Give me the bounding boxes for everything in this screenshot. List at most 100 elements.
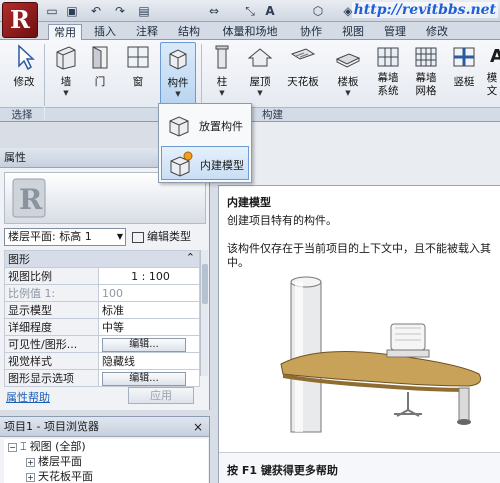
model-text-icon: A xyxy=(490,46,500,67)
drawing-area[interactable] xyxy=(210,122,500,185)
curtain-grid-icon xyxy=(415,47,437,67)
tab-modify[interactable]: 修改 xyxy=(420,24,454,40)
ceiling-button[interactable]: 天花板 xyxy=(282,42,324,108)
edit-type-icon xyxy=(132,231,144,243)
quick-access-toolbar: ▭ ▣ ↶ ↷ ▤ ⇔ ⤡ A ⬡ ◈ http://revitbbs.net xyxy=(0,0,500,22)
window-label: 窗 xyxy=(132,76,144,88)
floor-icon xyxy=(335,53,361,68)
dropdown-arrow-icon: ▼ xyxy=(257,89,263,97)
tab-collaborate[interactable]: 协作 xyxy=(294,24,328,40)
wall-icon xyxy=(56,46,76,70)
project-browser-title: 项目1 - 项目浏览器 × xyxy=(0,417,209,437)
type-selector[interactable]: 楼层平面: 标高 1 ▼ xyxy=(4,228,126,246)
roof-button[interactable]: 屋顶 ▼ xyxy=(242,42,278,108)
roof-icon xyxy=(247,48,273,67)
views-icon: ⌶ xyxy=(20,440,27,453)
floor-button[interactable]: 楼板 ▼ xyxy=(330,42,366,108)
window-button[interactable]: 窗 xyxy=(120,42,156,108)
property-name: 可见性/图形... xyxy=(4,335,99,353)
separator xyxy=(44,44,45,106)
model-text-button[interactable]: A 模文 xyxy=(484,42,500,108)
collapse-icon[interactable]: − xyxy=(8,442,17,452)
undo-icon[interactable]: ↶ xyxy=(88,3,104,19)
text-icon[interactable]: A xyxy=(262,3,278,19)
expand-icon[interactable]: + xyxy=(26,472,35,482)
tab-insert[interactable]: 插入 xyxy=(88,24,122,40)
properties-help-link[interactable]: 属性帮助 xyxy=(6,389,50,405)
floor-label: 楼板 xyxy=(337,76,359,88)
tab-view[interactable]: 视图 xyxy=(336,24,370,40)
curtain-grid-button[interactable]: 幕墙 网格 xyxy=(408,42,444,108)
property-value[interactable]: 1 : 100 xyxy=(98,267,200,285)
property-name: 视图比例 xyxy=(4,267,99,285)
dimension-icon[interactable]: ⤡ xyxy=(242,3,258,19)
tab-structure[interactable]: 结构 xyxy=(172,24,206,40)
edit-type-button[interactable]: 编辑类型 xyxy=(132,228,191,246)
group-label-select: 选择 xyxy=(0,107,44,121)
property-name: 显示模型 xyxy=(4,301,99,319)
tree-node-views[interactable]: − ⌶ 视图 (全部) xyxy=(8,439,86,454)
type-selector-value: 楼层平面: 标高 1 xyxy=(8,230,92,243)
curtain-system-button[interactable]: 幕墙 系统 xyxy=(370,42,406,108)
place-component-icon xyxy=(169,116,189,137)
mullion-button[interactable]: 竖梃 xyxy=(446,42,482,108)
measure-icon[interactable]: ⇔ xyxy=(206,3,222,19)
property-row: 显示模型 标准 xyxy=(4,301,200,319)
edit-type-label: 编辑类型 xyxy=(147,230,191,243)
application-menu-button[interactable]: R xyxy=(2,2,38,38)
print-icon[interactable]: ▤ xyxy=(136,3,152,19)
3d-view-icon[interactable]: ⬡ xyxy=(310,3,326,19)
tree-node-label: 天花板平面 xyxy=(38,470,93,483)
wall-label: 墙 xyxy=(60,76,72,88)
column-label: 柱 xyxy=(216,76,228,88)
property-row: 详细程度 中等 xyxy=(4,318,200,336)
tree-node-label: 楼层平面 xyxy=(38,455,82,468)
property-name: 视觉样式 xyxy=(4,352,99,370)
tree-node-ceiling-plans[interactable]: + 天花板平面 xyxy=(26,469,93,483)
property-name: 比例值 1: xyxy=(4,284,99,302)
collapse-icon: ⌃ xyxy=(185,251,195,265)
properties-section-graphics[interactable]: 图形 ⌃ xyxy=(4,250,200,268)
component-label: 构件 xyxy=(167,77,189,89)
section-label: 图形 xyxy=(8,253,30,266)
dropdown-arrow-icon: ▼ xyxy=(175,90,181,98)
dropdown-arrow-icon: ▼ xyxy=(345,89,351,97)
tooltip-title: 内建模型 xyxy=(227,196,271,209)
property-value[interactable]: 标准 xyxy=(98,301,200,319)
save-icon[interactable]: ▣ xyxy=(64,3,80,19)
property-value: 100 xyxy=(98,284,200,302)
revit-logo-icon: R xyxy=(12,178,46,218)
properties-panel: 属性 R 楼层平面: 标高 1 ▼ 编辑类型 图形 ⌃ 视图比例 1 : 100 比… xyxy=(0,148,210,410)
redo-icon[interactable]: ↷ xyxy=(112,3,128,19)
tab-massing-site[interactable]: 体量和场地 xyxy=(214,24,286,40)
roof-label: 屋顶 xyxy=(249,76,271,88)
apply-button[interactable]: 应用 xyxy=(128,387,194,404)
door-button[interactable]: 门 xyxy=(82,42,118,108)
property-name: 详细程度 xyxy=(4,318,99,336)
property-value[interactable]: 中等 xyxy=(98,318,200,336)
column-button[interactable]: 柱 ▼ xyxy=(204,42,240,108)
curtain-system-label: 幕墙 系统 xyxy=(377,72,399,97)
tab-annotate[interactable]: 注释 xyxy=(130,24,164,40)
expand-icon[interactable]: + xyxy=(26,457,35,467)
component-button[interactable]: 构件 ▼ xyxy=(160,42,196,108)
tab-home[interactable]: 常用 xyxy=(48,24,82,41)
scrollbar-thumb[interactable] xyxy=(202,264,208,304)
place-component-item[interactable]: 放置构件 xyxy=(161,108,249,142)
folder-open-icon[interactable]: ▭ xyxy=(44,3,60,19)
wall-button[interactable]: 墙 ▼ xyxy=(48,42,84,108)
close-icon[interactable]: × xyxy=(193,417,203,437)
display-options-edit-button[interactable]: 编辑... xyxy=(102,371,186,386)
in-place-model-item[interactable]: 内建模型 xyxy=(161,146,249,180)
tab-manage[interactable]: 管理 xyxy=(378,24,412,40)
chevron-down-icon: ▼ xyxy=(116,232,123,241)
property-value[interactable]: 隐藏线 xyxy=(98,352,200,370)
project-browser: 项目1 - 项目浏览器 × − ⌶ 视图 (全部) + 楼层平面 + 天花板平面 xyxy=(0,416,210,483)
tree-node-floor-plans[interactable]: + 楼层平面 xyxy=(26,454,82,469)
visibility-edit-button[interactable]: 编辑... xyxy=(102,337,186,352)
modify-button[interactable]: 修改 xyxy=(6,42,42,108)
properties-scrollbar[interactable] xyxy=(200,250,208,376)
modify-label: 修改 xyxy=(13,76,35,88)
ceiling-icon xyxy=(290,48,316,60)
svg-text:R: R xyxy=(19,183,43,216)
